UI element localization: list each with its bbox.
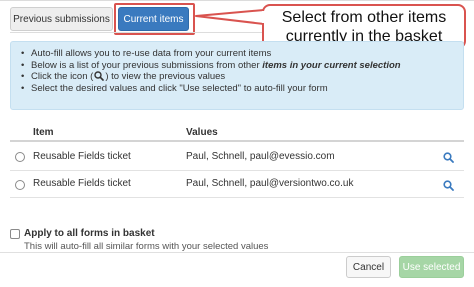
info-text-2: Below is a list of your previous submiss… [31,59,263,71]
header-values: Values [186,127,218,138]
previous-values-table: Item Values Reusable Fields ticket Paul,… [10,122,464,198]
apply-all-checkbox[interactable] [10,229,20,239]
use-selected-button[interactable]: Use selected [399,256,464,278]
apply-all-label[interactable]: Apply to all forms in basket [24,228,155,239]
callout-line-1: Select from other items [281,8,447,26]
info-text-3-pre: Click the icon ( [31,71,94,82]
magnifier-icon[interactable] [443,180,454,191]
info-text-1: Auto-fill allows you to re-use data from… [31,48,272,59]
info-item-2: Below is a list of your previous submiss… [21,60,455,72]
info-item-1: Auto-fill allows you to re-use data from… [21,48,455,60]
info-text-4: Select the desired values and click "Use… [31,82,328,94]
row-item: Reusable Fields ticket [33,151,131,162]
apply-all-help-text: This will auto-fill all similar forms wi… [24,241,269,252]
info-panel: Auto-fill allows you to re-use data from… [10,41,464,110]
info-list: Auto-fill allows you to re-use data from… [21,48,455,94]
row-radio[interactable] [15,180,25,190]
row-item: Reusable Fields ticket [33,178,131,189]
cancel-button[interactable]: Cancel [346,256,391,278]
row-values: Paul, Schnell, paul@versiontwo.co.uk [186,178,354,189]
callout-joint [262,11,266,23]
header-item: Item [33,127,54,138]
info-text-2-emphasis: items in your current selection [262,59,401,71]
table-row[interactable]: Reusable Fields ticket Paul, Schnell, pa… [10,171,464,198]
magnifier-icon [94,71,105,81]
magnifier-icon[interactable] [443,152,454,163]
table-row[interactable]: Reusable Fields ticket Paul, Schnell, pa… [10,142,464,171]
info-text-3-post: ) to view the previous values [105,71,226,82]
footer-divider [0,252,474,253]
info-item-4: Select the desired values and click "Use… [21,83,455,95]
row-radio[interactable] [15,152,25,162]
row-values: Paul, Schnell, paul@evessio.com [186,151,335,162]
info-item-3: Click the icon ( ) to view the previous v… [21,71,455,83]
table-header: Item Values [10,122,464,142]
